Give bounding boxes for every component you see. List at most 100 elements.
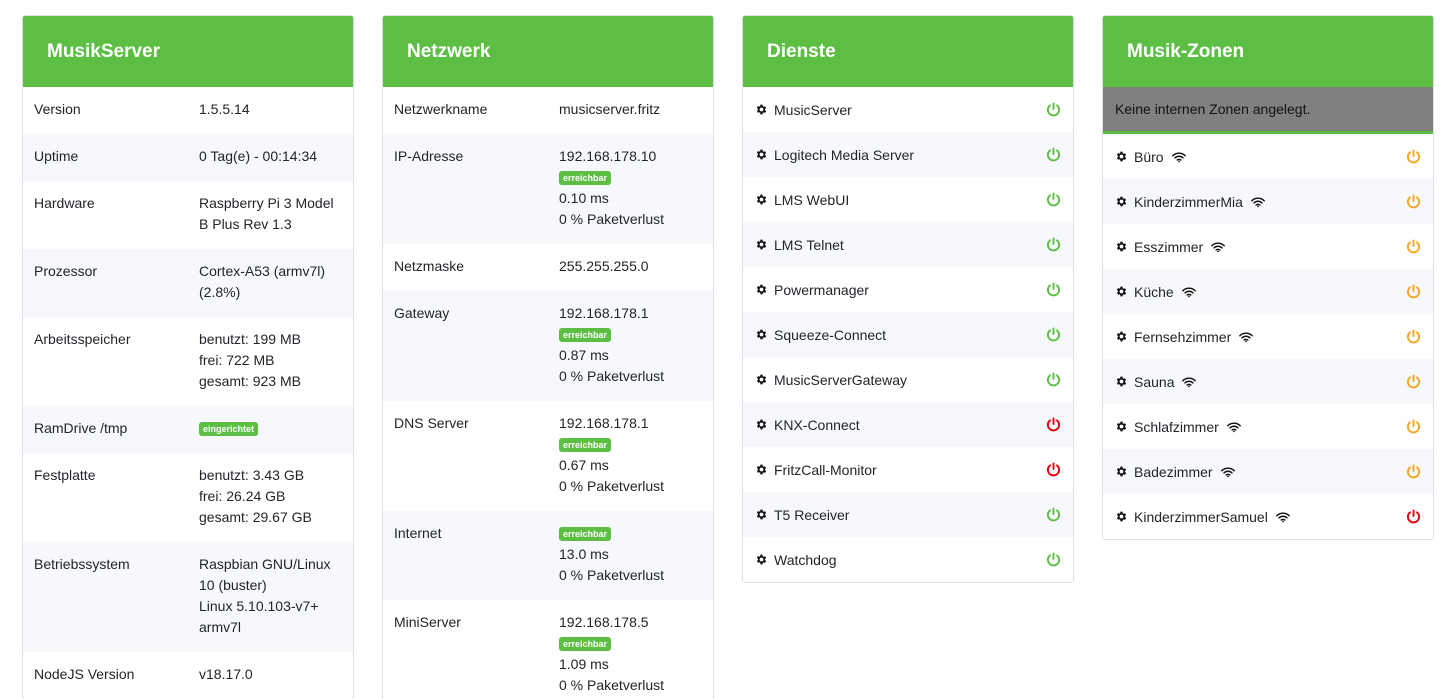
power-icon[interactable] — [1046, 462, 1061, 477]
wifi-icon — [1171, 151, 1186, 163]
power-icon[interactable] — [1046, 147, 1061, 162]
info-row: RamDrive /tmp eingerichtet — [23, 406, 353, 453]
zone-row[interactable]: Fernsehzimmer — [1103, 314, 1433, 359]
power-icon[interactable] — [1406, 239, 1421, 254]
power-icon[interactable] — [1046, 282, 1061, 297]
dienste-title: Dienste — [767, 40, 836, 62]
gear-icon[interactable] — [755, 553, 768, 566]
info-value-line: 0.87 ms — [559, 347, 609, 363]
gear-icon[interactable] — [755, 508, 768, 521]
wifi-icon — [1182, 376, 1197, 388]
service-row[interactable]: LMS WebUI — [743, 177, 1073, 222]
gear-icon[interactable] — [1115, 420, 1128, 433]
gear-icon[interactable] — [1115, 330, 1128, 343]
gear-icon[interactable] — [1115, 240, 1128, 253]
gear-icon[interactable] — [1115, 285, 1128, 298]
power-icon[interactable] — [1406, 374, 1421, 389]
info-value-line: 0 % Paketverlust — [559, 677, 665, 693]
gear-icon[interactable] — [755, 148, 768, 161]
zone-name-text: Esszimmer — [1134, 238, 1204, 255]
status-badge-wrap: erreichbar — [559, 633, 694, 654]
status-badge: erreichbar — [559, 171, 612, 186]
info-label: Betriebssystem — [34, 556, 130, 572]
info-row: IP-Adresse 192.168.178.10 erreichbar 0.10 m… — [383, 134, 713, 244]
service-row[interactable]: Logitech Media Server — [743, 132, 1073, 177]
power-icon[interactable] — [1406, 284, 1421, 299]
zone-row[interactable]: Sauna — [1103, 359, 1433, 404]
power-icon[interactable] — [1046, 237, 1061, 252]
service-row[interactable]: LMS Telnet — [743, 222, 1073, 267]
zone-row[interactable]: Küche — [1103, 269, 1433, 314]
zone-name: Esszimmer — [1134, 239, 1406, 255]
power-icon[interactable] — [1046, 372, 1061, 387]
service-row[interactable]: KNX-Connect — [743, 402, 1073, 447]
gear-icon[interactable] — [755, 463, 768, 476]
service-row[interactable]: Watchdog — [743, 537, 1073, 582]
info-value: eingerichtet — [199, 418, 342, 439]
info-row: Arbeitsspeicher benutzt: 199 MB frei: 722 … — [23, 317, 353, 406]
power-icon[interactable] — [1046, 417, 1061, 432]
info-value-line: 0.67 ms — [559, 457, 609, 473]
power-icon[interactable] — [1406, 419, 1421, 434]
info-value-line: 1.09 ms — [559, 656, 609, 672]
info-value-line: 0 % Paketverlust — [559, 211, 665, 227]
service-row[interactable]: Powermanager — [743, 267, 1073, 312]
gear-icon[interactable] — [1115, 150, 1128, 163]
gear-icon[interactable] — [1115, 375, 1128, 388]
zone-name: Küche — [1134, 284, 1406, 300]
info-label: Arbeitsspeicher — [34, 331, 131, 347]
info-value: erreichbar 13.0 ms 0 % Paketverlust — [559, 523, 702, 586]
gear-icon[interactable] — [755, 283, 768, 296]
info-value: 1.5.5.14 — [199, 99, 342, 120]
gear-icon[interactable] — [755, 373, 768, 386]
service-row[interactable]: Squeeze-Connect — [743, 312, 1073, 357]
zone-row[interactable]: KinderzimmerMia — [1103, 179, 1433, 224]
power-icon[interactable] — [1046, 102, 1061, 117]
netzwerk-card: Netzwerk Netzwerkname musicserver.fritz IP… — [382, 15, 714, 699]
gear-icon[interactable] — [1115, 195, 1128, 208]
power-icon[interactable] — [1046, 552, 1061, 567]
zone-name: Fernsehzimmer — [1134, 329, 1406, 345]
zone-name-text: Küche — [1134, 283, 1174, 300]
service-row[interactable]: T5 Receiver — [743, 492, 1073, 537]
gear-icon[interactable] — [1115, 465, 1128, 478]
musikserver-header: MusikServer — [23, 16, 353, 87]
service-row[interactable]: FritzCall-Monitor — [743, 447, 1073, 492]
zone-row[interactable]: KinderzimmerSamuel — [1103, 494, 1433, 539]
info-value: 192.168.178.1 erreichbar 0.67 ms 0 % Paketv… — [559, 413, 702, 497]
power-icon[interactable] — [1406, 194, 1421, 209]
gear-icon[interactable] — [755, 193, 768, 206]
power-icon[interactable] — [1406, 509, 1421, 524]
service-name: T5 Receiver — [774, 506, 850, 523]
gear-icon[interactable] — [755, 103, 768, 116]
info-value: Cortex-A53 (armv7l) (2.8%) — [199, 261, 342, 303]
info-label: IP-Adresse — [394, 148, 464, 164]
zone-name-text: Fernsehzimmer — [1134, 328, 1232, 345]
power-icon[interactable] — [1046, 507, 1061, 522]
info-value-line: 0 % Paketverlust — [559, 368, 665, 384]
info-value: 192.168.178.10 erreichbar 0.10 ms 0 % Paket… — [559, 146, 702, 230]
info-label: Gateway — [394, 305, 450, 321]
power-icon[interactable] — [1046, 192, 1061, 207]
service-row[interactable]: MusicServerGateway — [743, 357, 1073, 402]
status-badge: erreichbar — [559, 637, 612, 652]
dienste-list: MusicServer Logitech Media Server LMS WebU… — [743, 87, 1073, 582]
gear-icon[interactable] — [755, 328, 768, 341]
wifi-icon — [1239, 331, 1254, 343]
dienste-header: Dienste — [743, 16, 1073, 87]
zone-row[interactable]: Esszimmer — [1103, 224, 1433, 269]
gear-icon[interactable] — [755, 238, 768, 251]
gear-icon[interactable] — [1115, 510, 1128, 523]
power-icon[interactable] — [1406, 329, 1421, 344]
zone-row[interactable]: Schlafzimmer — [1103, 404, 1433, 449]
power-icon[interactable] — [1406, 149, 1421, 164]
zone-row[interactable]: Büro — [1103, 134, 1433, 179]
zone-row[interactable]: Badezimmer — [1103, 449, 1433, 494]
service-row[interactable]: MusicServer — [743, 87, 1073, 132]
info-label: NodeJS Version — [34, 666, 135, 682]
info-row: Festplatte benutzt: 3.43 GB frei: 26.24 GB… — [23, 453, 353, 542]
power-icon[interactable] — [1406, 464, 1421, 479]
power-icon[interactable] — [1046, 327, 1061, 342]
service-name: LMS WebUI — [774, 191, 850, 208]
gear-icon[interactable] — [755, 418, 768, 431]
